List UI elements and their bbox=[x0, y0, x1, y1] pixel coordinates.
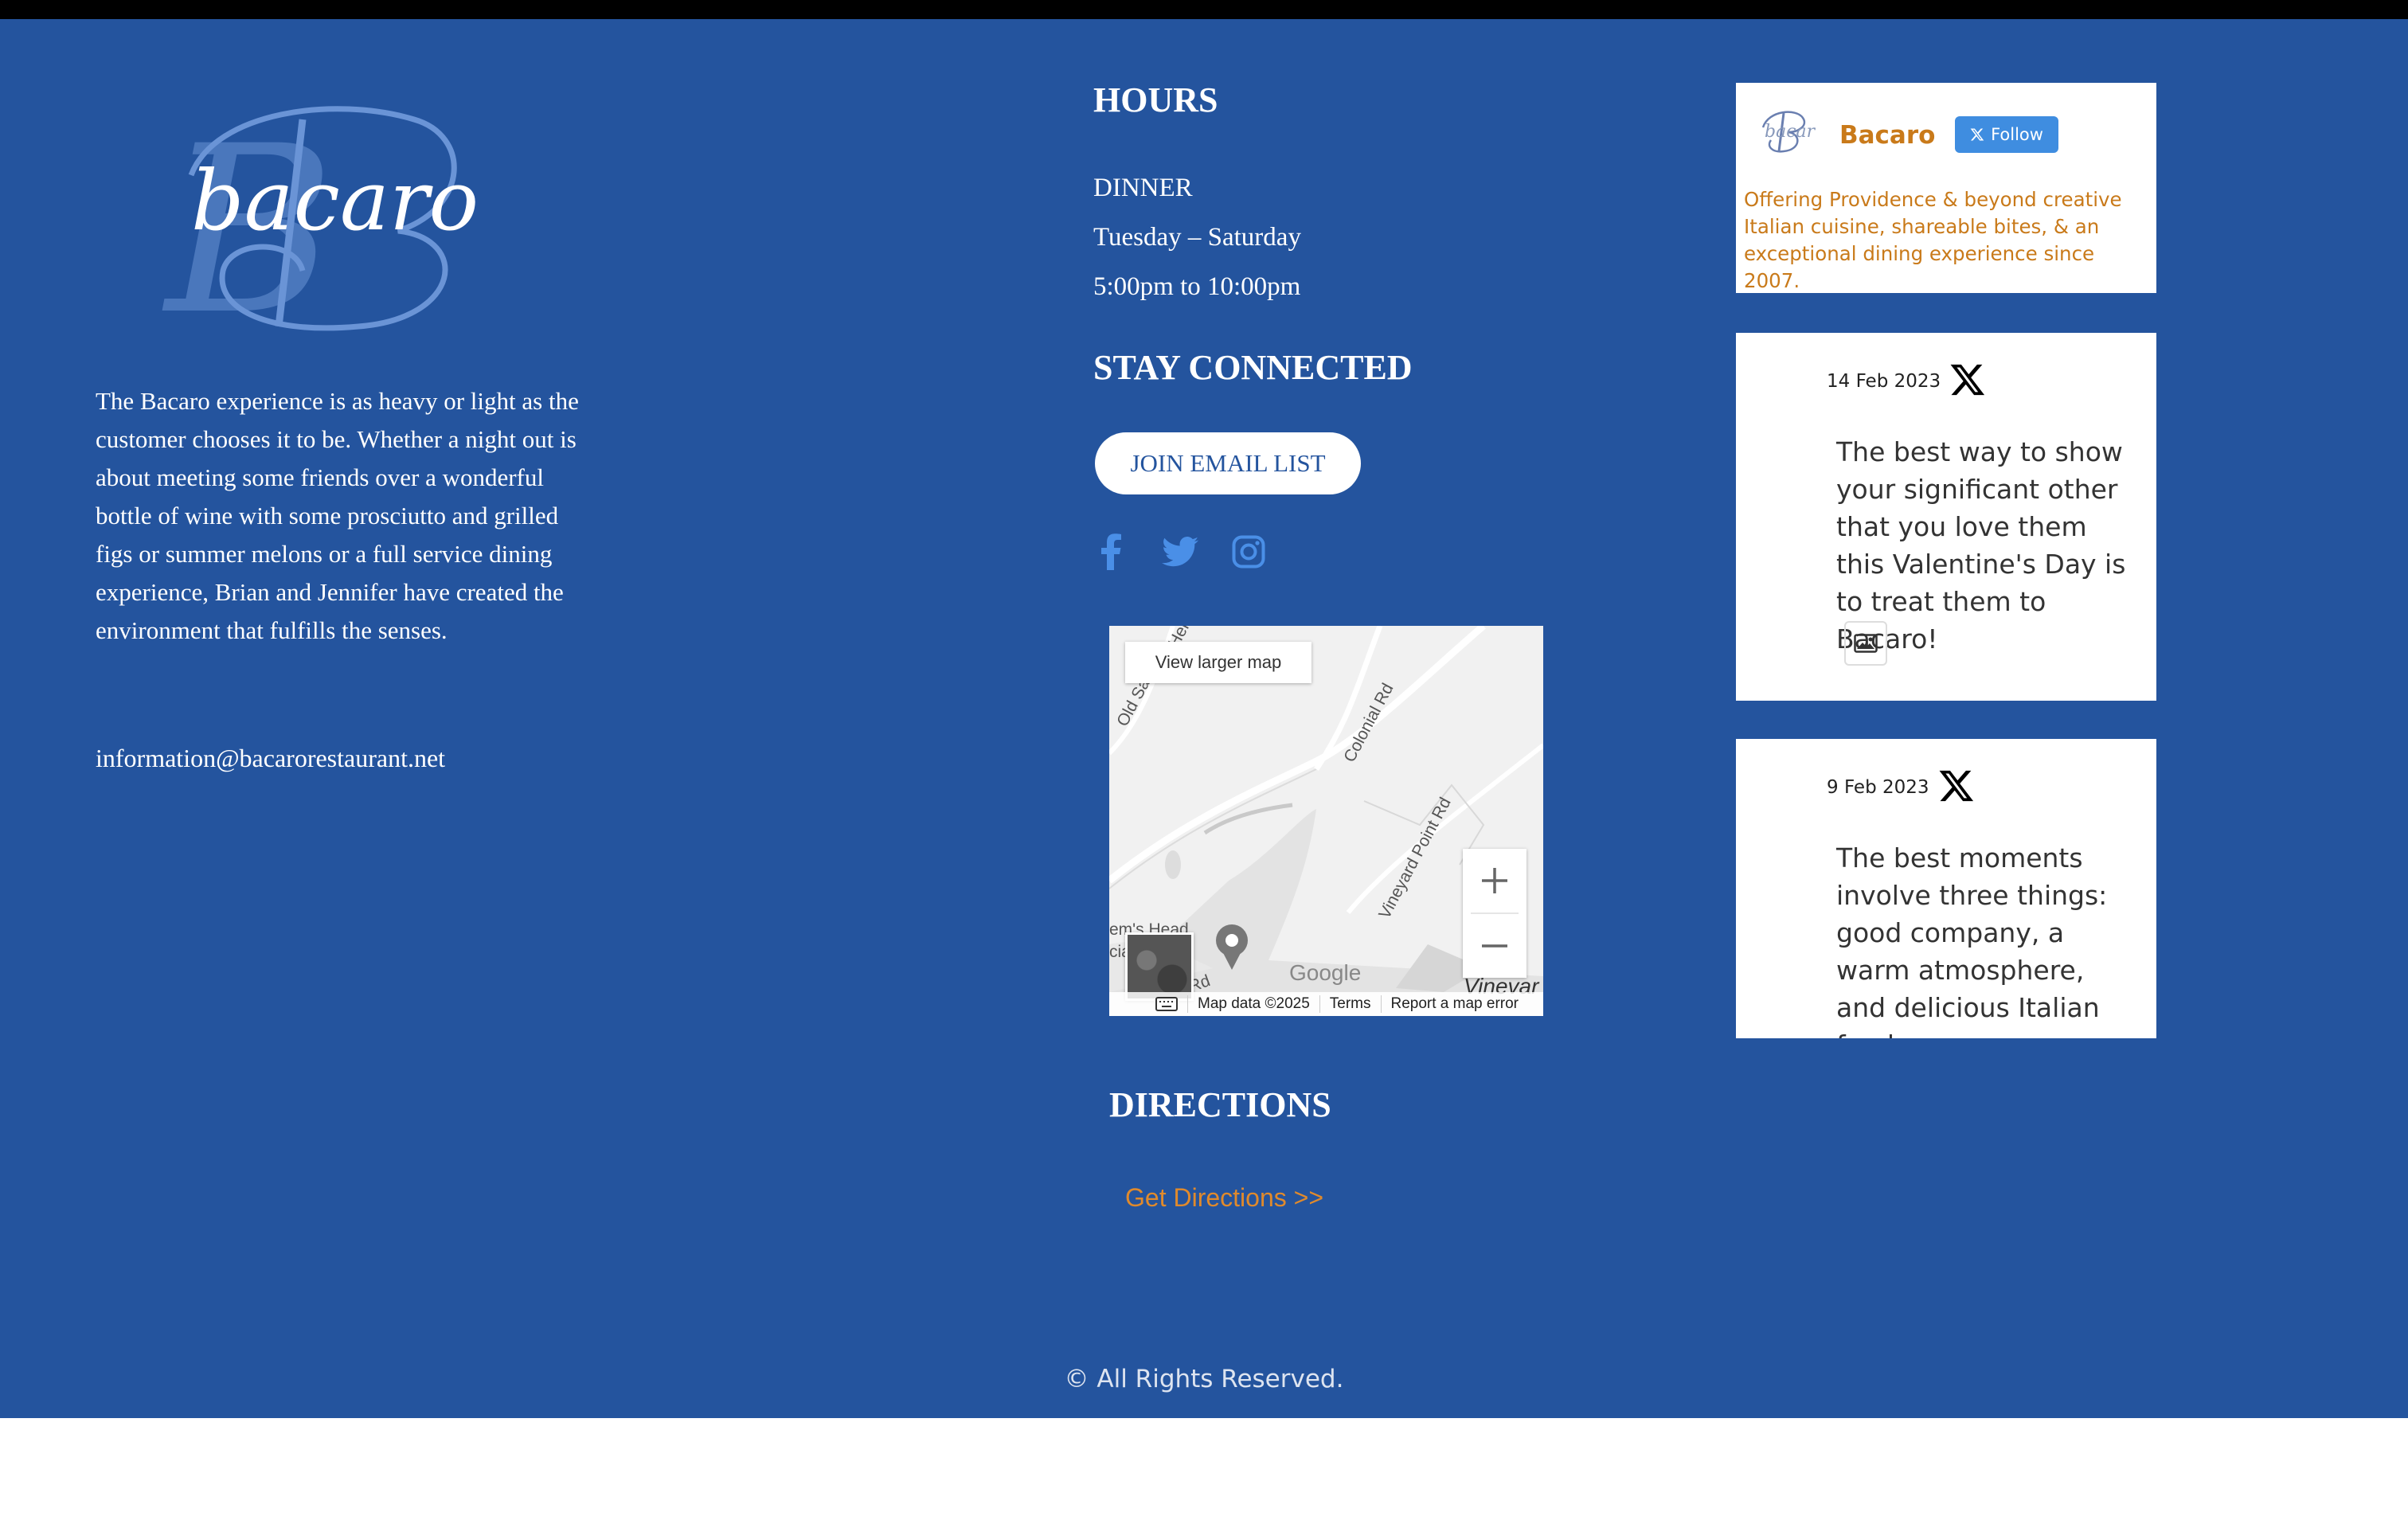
tweet-date: 9 Feb 2023 bbox=[1827, 777, 1929, 798]
top-bar bbox=[0, 0, 2408, 19]
get-directions-link[interactable]: Get Directions >> bbox=[1125, 1183, 1323, 1213]
instagram-icon[interactable] bbox=[1229, 532, 1268, 572]
image-icon bbox=[1854, 634, 1878, 653]
tweet-card[interactable]: 14 Feb 2023 The best way to show your si… bbox=[1736, 333, 2156, 701]
map-attribution-bar: Map data ©2025 Terms Report a map error bbox=[1109, 992, 1543, 1016]
twitter-profile-card: bacaro Bacaro Follow Offering Providence… bbox=[1736, 83, 2156, 293]
keyboard-icon bbox=[1155, 997, 1178, 1011]
tweet-media-button[interactable] bbox=[1844, 621, 1887, 666]
join-email-list-button[interactable]: JOIN EMAIL LIST bbox=[1095, 432, 1361, 494]
follow-button[interactable]: Follow bbox=[1955, 116, 2058, 153]
map-terms-link[interactable]: Terms bbox=[1320, 995, 1382, 1013]
facebook-icon[interactable] bbox=[1091, 532, 1131, 572]
tweet-date: 14 Feb 2023 bbox=[1827, 371, 1941, 392]
google-map[interactable]: Colonial Rd Vineyard Point Rd Old Sac He… bbox=[1109, 626, 1543, 1016]
view-larger-map-button[interactable]: View larger map bbox=[1125, 642, 1312, 683]
google-logo: Google bbox=[1289, 960, 1362, 985]
satellite-toggle[interactable] bbox=[1125, 932, 1194, 1001]
profile-avatar[interactable]: bacaro bbox=[1749, 104, 1816, 156]
profile-name[interactable]: Bacaro bbox=[1839, 121, 1935, 150]
page-bottom bbox=[0, 1418, 2408, 1524]
zoom-in-button[interactable] bbox=[1463, 849, 1526, 912]
copyright-text: © All Rights Reserved. bbox=[1064, 1365, 1344, 1393]
follow-label: Follow bbox=[1991, 125, 2043, 144]
stay-connected-heading: STAY CONNECTED bbox=[1093, 348, 1413, 387]
logo-text: bacaro bbox=[191, 152, 478, 249]
hours-heading: HOURS bbox=[1093, 80, 1218, 119]
svg-text:bacaro: bacaro bbox=[1765, 122, 1816, 142]
plus-icon bbox=[1482, 868, 1507, 893]
x-logo-icon bbox=[1970, 128, 1984, 141]
x-logo-icon[interactable] bbox=[1949, 361, 1986, 398]
bacaro-logo[interactable]: B bacaro bbox=[96, 88, 478, 334]
keyboard-shortcuts-button[interactable] bbox=[1109, 995, 1188, 1013]
map-data-credit: Map data ©2025 bbox=[1188, 995, 1320, 1013]
zoom-control bbox=[1463, 849, 1526, 978]
hours-days: Tuesday – Saturday bbox=[1093, 223, 1301, 252]
report-map-error-link[interactable]: Report a map error bbox=[1382, 995, 1529, 1013]
profile-bio: Offering Providence & beyond creative It… bbox=[1744, 188, 2122, 292]
hours-meal: DINNER bbox=[1093, 174, 1193, 202]
email-link[interactable]: information@bacarorestaurant.net bbox=[96, 744, 445, 773]
directions-heading: DIRECTIONS bbox=[1109, 1085, 1331, 1124]
hours-time: 5:00pm to 10:00pm bbox=[1093, 272, 1301, 301]
tweet-text: The best moments involve three things: g… bbox=[1836, 842, 2108, 1038]
tweet-card[interactable]: 9 Feb 2023 The best moments involve thre… bbox=[1736, 739, 2156, 1038]
zoom-out-button[interactable] bbox=[1463, 914, 1526, 978]
about-text: The Bacaro experience is as heavy or lig… bbox=[96, 387, 579, 644]
minus-icon bbox=[1482, 944, 1507, 948]
twitter-icon[interactable] bbox=[1160, 532, 1200, 572]
x-logo-icon[interactable] bbox=[1938, 768, 1975, 804]
